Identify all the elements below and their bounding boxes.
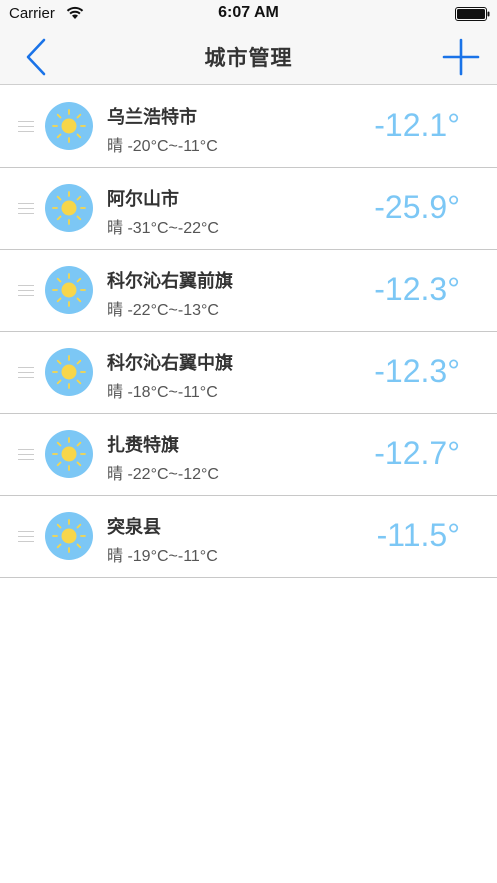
- nav-bar: 城市管理: [0, 28, 497, 85]
- plus-icon: [442, 38, 480, 76]
- city-row-3[interactable]: 科尔沁右翼前旗 晴 -22°C~-13°C -12.3°: [0, 250, 497, 332]
- city-list: 乌兰浩特市 晴 -20°C~-11°C -12.1° 阿尔山市 晴 -31°C~…: [0, 86, 497, 578]
- city-temperature: -12.3°: [374, 353, 460, 389]
- city-temperature: -12.7°: [374, 435, 460, 471]
- city-condition: 晴 -19°C~-11°C: [107, 548, 218, 565]
- battery-icon: [455, 7, 490, 21]
- drag-handle-icon[interactable]: [18, 285, 34, 296]
- status-bar: Carrier 6:07 AM: [0, 0, 497, 28]
- sun-icon: [45, 348, 93, 396]
- drag-handle-icon[interactable]: [18, 121, 34, 132]
- drag-handle-icon[interactable]: [18, 203, 34, 214]
- city-temperature: -12.1°: [374, 107, 460, 143]
- drag-handle-icon[interactable]: [18, 531, 34, 542]
- city-name: 乌兰浩特市: [107, 107, 197, 128]
- city-row-5[interactable]: 扎赉特旗 晴 -22°C~-12°C -12.7°: [0, 414, 497, 496]
- city-name: 突泉县: [107, 517, 161, 538]
- city-row-1[interactable]: 乌兰浩特市 晴 -20°C~-11°C -12.1°: [0, 86, 497, 168]
- drag-handle-icon[interactable]: [18, 449, 34, 460]
- sun-icon: [45, 184, 93, 232]
- sun-icon: [45, 512, 93, 560]
- city-row-2[interactable]: 阿尔山市 晴 -31°C~-22°C -25.9°: [0, 168, 497, 250]
- city-name: 科尔沁右翼前旗: [107, 271, 233, 292]
- city-temperature: -11.5°: [376, 517, 460, 553]
- city-condition: 晴 -20°C~-11°C: [107, 138, 218, 155]
- city-row-4[interactable]: 科尔沁右翼中旗 晴 -18°C~-11°C -12.3°: [0, 332, 497, 414]
- city-condition: 晴 -31°C~-22°C: [107, 220, 219, 237]
- city-row-6[interactable]: 突泉县 晴 -19°C~-11°C -11.5°: [0, 496, 497, 578]
- city-name: 科尔沁右翼中旗: [107, 353, 233, 374]
- city-condition: 晴 -18°C~-11°C: [107, 384, 218, 401]
- city-condition: 晴 -22°C~-13°C: [107, 302, 219, 319]
- status-time: 6:07 AM: [218, 4, 279, 21]
- drag-handle-icon[interactable]: [18, 367, 34, 378]
- sun-icon: [45, 266, 93, 314]
- city-condition: 晴 -22°C~-12°C: [107, 466, 219, 483]
- city-temperature: -25.9°: [374, 189, 460, 225]
- city-temperature: -12.3°: [374, 271, 460, 307]
- sun-icon: [45, 430, 93, 478]
- sun-icon: [45, 102, 93, 150]
- city-name: 扎赉特旗: [107, 435, 179, 456]
- city-name: 阿尔山市: [107, 189, 179, 210]
- add-city-button[interactable]: [440, 36, 482, 78]
- page-title: 城市管理: [204, 46, 293, 70]
